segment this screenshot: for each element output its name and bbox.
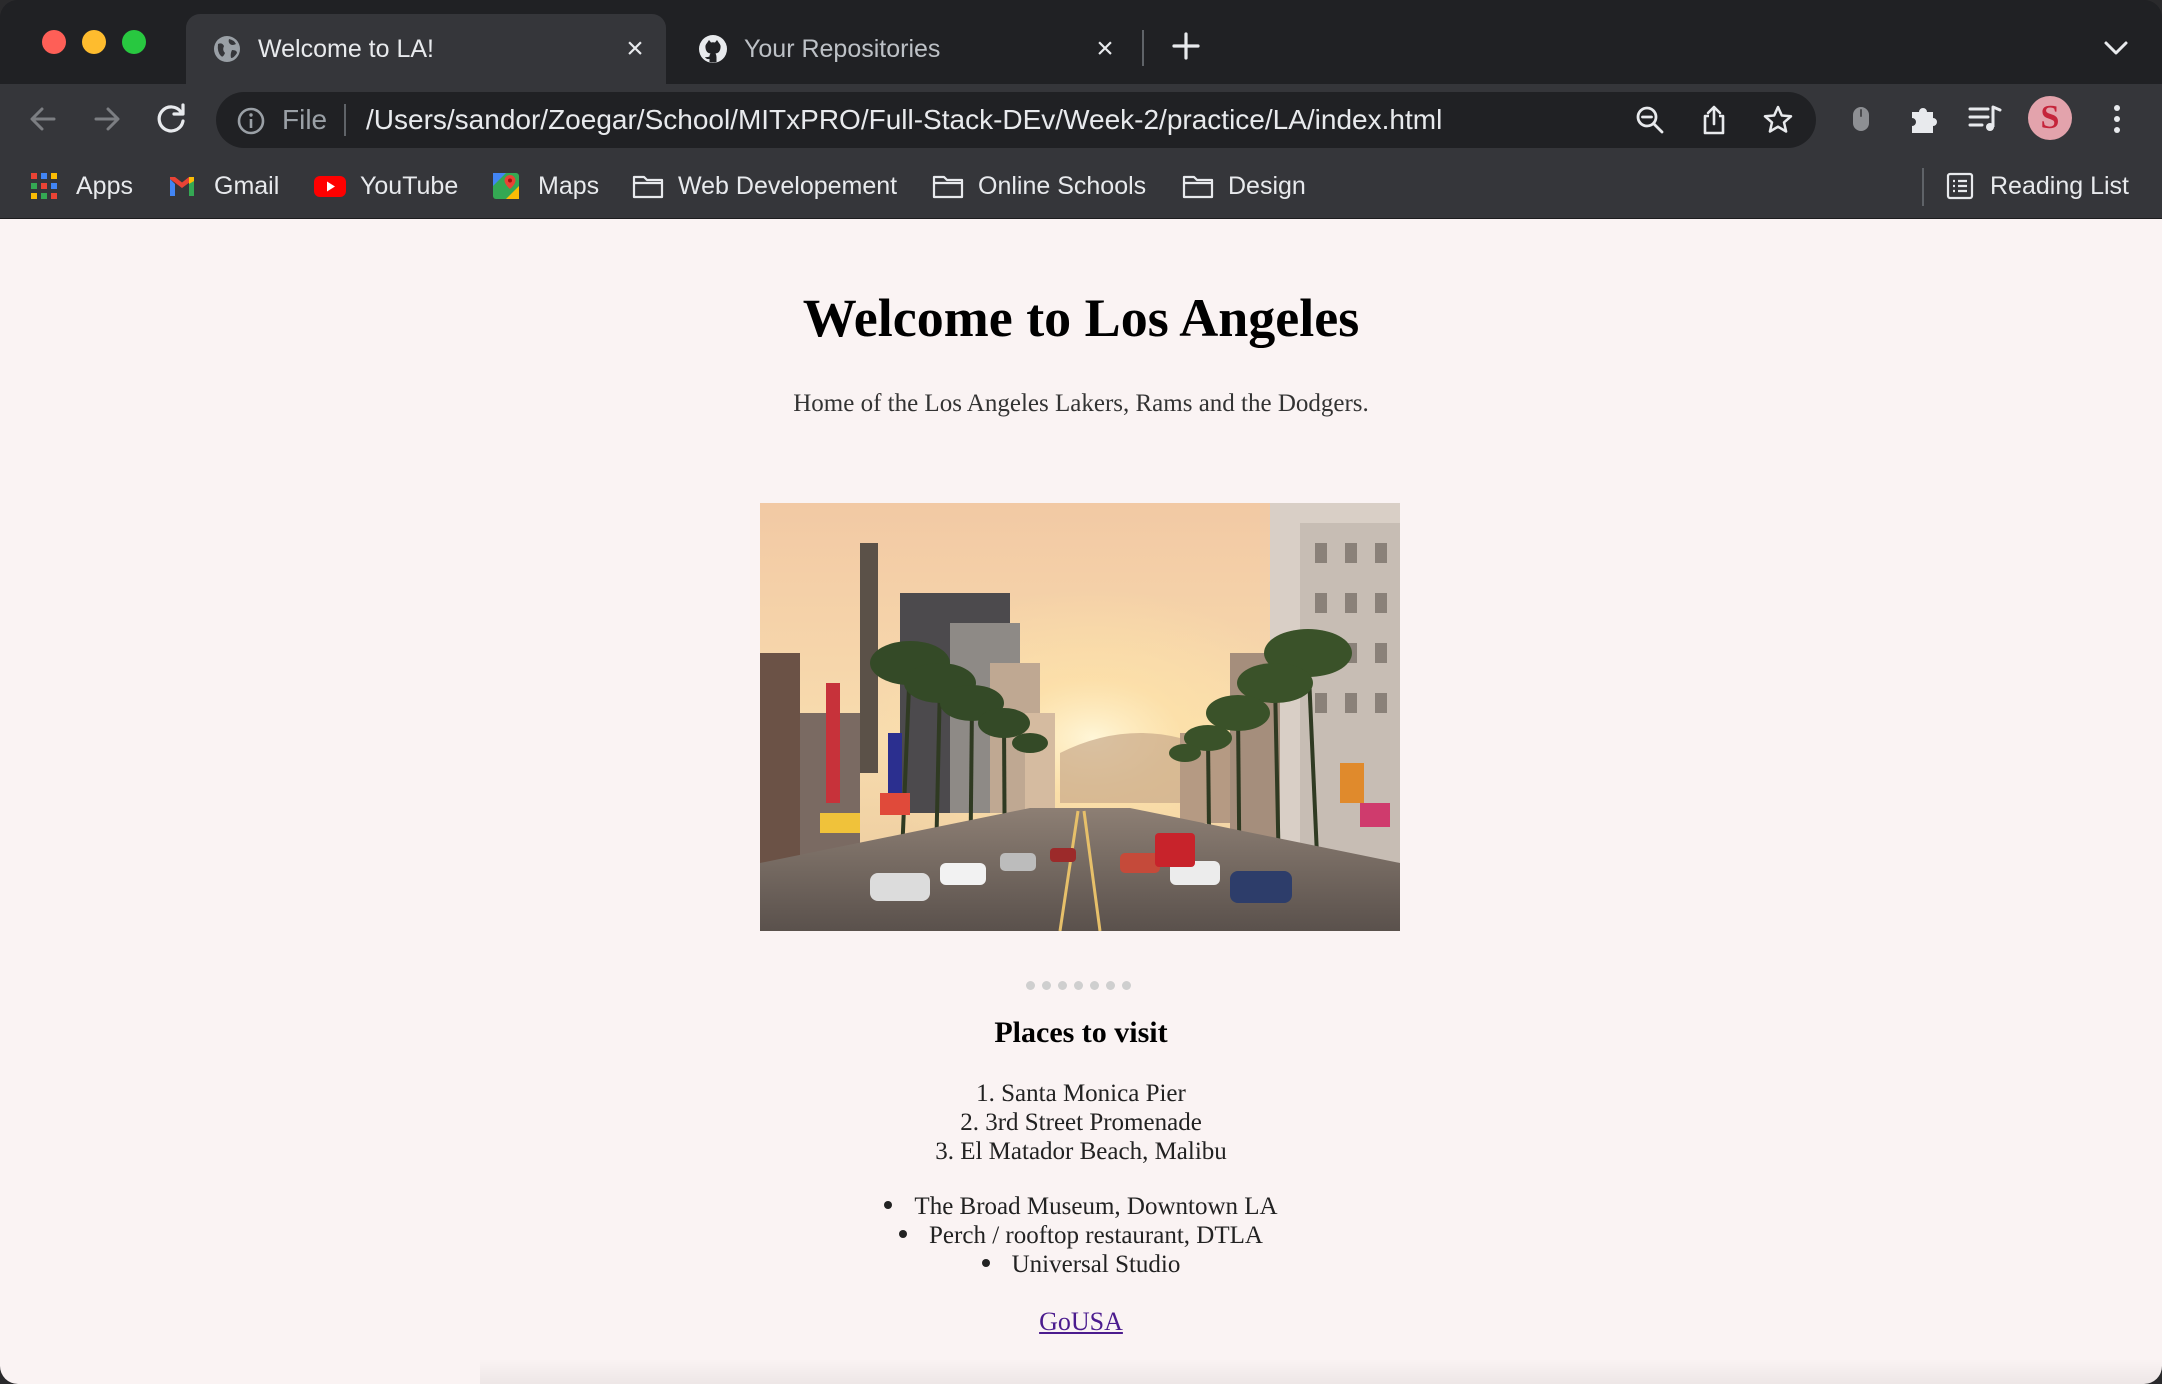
place-name: Perch / rooftop restaurant, DTLA xyxy=(929,1222,1263,1249)
window-close-button[interactable] xyxy=(42,30,66,54)
youtube-icon xyxy=(314,176,346,197)
place-name: 3rd Street Promenade xyxy=(985,1109,1202,1136)
hero-image xyxy=(760,503,1400,931)
list-item: 2. 3rd Street Promenade xyxy=(0,1108,2162,1137)
carousel-dot[interactable] xyxy=(1074,981,1083,990)
carousel-dots xyxy=(1026,981,1136,991)
bookmarks-divider xyxy=(1922,168,1924,206)
carousel-dot[interactable] xyxy=(1026,981,1035,990)
list-item: The Broad Museum, Downtown LA xyxy=(0,1192,2162,1221)
forward-arrow-icon[interactable] xyxy=(86,98,128,140)
url-text[interactable]: /Users/sandor/Zoegar/School/MITxPRO/Full… xyxy=(366,105,1442,135)
globe-icon xyxy=(214,36,240,62)
tab-welcome-to-la[interactable]: Welcome to LA! × xyxy=(186,14,666,84)
place-name: Santa Monica Pier xyxy=(1001,1080,1186,1107)
media-queue-icon[interactable] xyxy=(1966,100,2004,138)
browser-toolbar: File /Users/sandor/Zoegar/School/MITxPRO… xyxy=(0,84,2162,154)
folder-icon xyxy=(632,175,664,199)
list-item: Perch / rooftop restaurant, DTLA xyxy=(0,1221,2162,1250)
bookmark-label: Apps xyxy=(76,172,133,200)
carousel-dot[interactable] xyxy=(1106,981,1115,990)
back-arrow-icon[interactable] xyxy=(22,98,64,140)
gousa-link-container: GoUSA xyxy=(0,1307,2162,1337)
bookmarks-bar: Apps Gmail YouTube Maps Web Developement… xyxy=(0,154,2162,219)
bookmark-label: Design xyxy=(1228,172,1306,200)
reload-icon[interactable] xyxy=(150,98,192,140)
bookmark-label: Maps xyxy=(538,172,600,200)
close-tab-icon[interactable]: × xyxy=(1092,34,1118,64)
share-icon[interactable] xyxy=(1698,104,1730,136)
tab-strip: Welcome to LA! × Your Repositories × xyxy=(0,0,2162,84)
url-divider xyxy=(344,104,346,136)
list-number: 3. xyxy=(935,1138,954,1165)
places-heading: Places to visit xyxy=(994,1016,1168,1049)
new-tab-plus-icon[interactable] xyxy=(1168,28,1204,64)
carousel-dot[interactable] xyxy=(1042,981,1051,990)
folder-icon xyxy=(1182,175,1214,199)
list-item: Universal Studio xyxy=(0,1250,2162,1279)
list-item: 3. El Matador Beach, Malibu xyxy=(0,1137,2162,1166)
place-name: Universal Studio xyxy=(1011,1251,1181,1278)
place-name: The Broad Museum, Downtown LA xyxy=(914,1193,1278,1220)
carousel-dot[interactable] xyxy=(1058,981,1067,990)
bookmark-star-icon[interactable] xyxy=(1762,104,1794,136)
page-title: Welcome to Los Angeles xyxy=(802,288,1360,348)
bullet-icon xyxy=(899,1230,908,1239)
list-number: 1. xyxy=(976,1080,995,1107)
reading-list-label: Reading List xyxy=(1990,172,2129,200)
close-tab-icon[interactable]: × xyxy=(622,34,648,64)
info-icon[interactable] xyxy=(236,106,266,136)
reading-list-icon xyxy=(1946,172,1974,200)
list-item: 1. Santa Monica Pier xyxy=(0,1079,2162,1108)
page-subtitle: Home of the Los Angeles Lakers, Rams and… xyxy=(793,390,1369,417)
url-scheme-label: File xyxy=(282,104,328,135)
gousa-link[interactable]: GoUSA xyxy=(1039,1307,1123,1336)
menu-kebab-icon[interactable] xyxy=(2098,100,2136,138)
tab-search-chevron-icon[interactable] xyxy=(2098,34,2134,62)
gmail-icon xyxy=(170,177,194,196)
profile-avatar[interactable]: S xyxy=(2028,96,2072,140)
place-name: El Matador Beach, Malibu xyxy=(960,1138,1227,1165)
tab-separator xyxy=(1142,30,1144,66)
zoom-out-icon[interactable] xyxy=(1634,104,1666,136)
window-maximize-button[interactable] xyxy=(122,30,146,54)
github-icon xyxy=(699,35,727,63)
bookmark-label: YouTube xyxy=(360,172,459,200)
bottom-shadow xyxy=(480,1359,2162,1384)
browser-window: Welcome to LA! × Your Repositories × Fil… xyxy=(0,0,2162,1384)
bullet-icon xyxy=(884,1201,893,1210)
apps-grid-icon xyxy=(31,173,57,199)
folder-icon xyxy=(932,175,964,199)
carousel-dot[interactable] xyxy=(1122,981,1131,990)
extension-mouse-icon[interactable] xyxy=(1842,100,1880,138)
carousel-dot[interactable] xyxy=(1090,981,1099,990)
maps-icon xyxy=(493,173,519,199)
extensions-puzzle-icon[interactable] xyxy=(1906,100,1944,138)
bookmark-label: Web Developement xyxy=(678,172,898,200)
page-viewport: Welcome to Los Angeles Home of the Los A… xyxy=(0,219,2162,1384)
bookmark-label: Online Schools xyxy=(978,172,1147,200)
tab-title: Welcome to LA! xyxy=(258,35,435,63)
tab-title: Your Repositories xyxy=(744,35,941,63)
tab-your-repositories[interactable]: Your Repositories × xyxy=(672,14,1136,84)
bullet-icon xyxy=(981,1259,990,1268)
window-minimize-button[interactable] xyxy=(82,30,106,54)
bookmark-label: Gmail xyxy=(214,172,280,200)
address-bar[interactable]: File /Users/sandor/Zoegar/School/MITxPRO… xyxy=(216,92,1816,148)
list-number: 2. xyxy=(960,1109,979,1136)
